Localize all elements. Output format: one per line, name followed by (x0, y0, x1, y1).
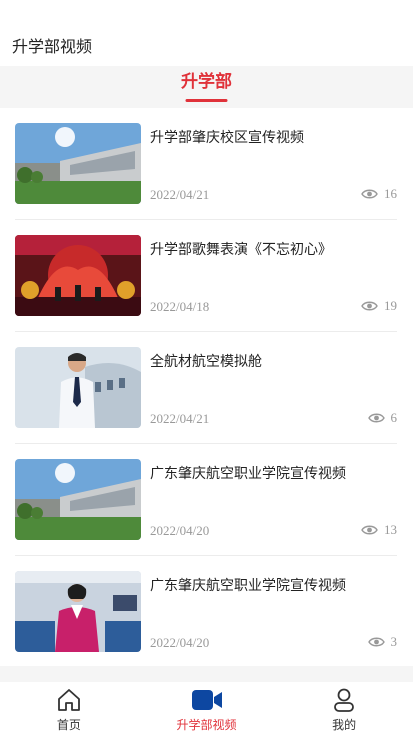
tab-bar: 升学部 (0, 66, 413, 108)
video-item[interactable]: 广东肇庆航空职业学院宣传视频 2022/04/20 13 (15, 444, 397, 556)
nav-item-mine[interactable]: 我的 (275, 682, 413, 739)
eye-icon (361, 301, 378, 311)
view-count-value: 6 (390, 410, 398, 425)
video-title[interactable]: 全航材航空模拟舱 (150, 351, 262, 371)
video-item[interactable]: 升学部歌舞表演《不忘初心》 2022/04/18 19 (15, 220, 397, 332)
eye-icon (361, 525, 378, 535)
video-title[interactable]: 升学部肇庆校区宣传视频 (150, 127, 304, 147)
nav-label-mine: 我的 (332, 718, 357, 732)
eye-icon (361, 189, 378, 199)
eye-icon (367, 637, 385, 647)
view-count: 16 (361, 186, 397, 202)
view-count-value: 13 (384, 522, 397, 537)
tab-active-indicator (185, 99, 228, 102)
video-thumbnail[interactable] (15, 459, 141, 540)
view-count-value: 3 (390, 634, 398, 649)
eye-icon (367, 413, 385, 423)
list-bottom-spacer (0, 666, 413, 682)
nav-item-videos[interactable]: 升学部视频 (138, 682, 276, 739)
view-count: 3 (367, 634, 398, 650)
video-thumbnail[interactable] (15, 571, 141, 652)
video-thumbnail[interactable] (15, 235, 141, 316)
bottom-nav: 首页 升学部视频 我的 (0, 682, 413, 739)
video-date: 2022/04/20 (150, 523, 210, 538)
nav-label-home: 首页 (56, 718, 81, 732)
header: 升学部视频 (0, 0, 413, 66)
video-thumbnail[interactable] (15, 347, 141, 428)
video-date: 2022/04/21 (150, 411, 210, 426)
nav-item-home[interactable]: 首页 (0, 682, 138, 739)
view-count: 19 (361, 298, 397, 314)
video-thumbnail[interactable] (15, 123, 141, 204)
video-item[interactable]: 广东肇庆航空职业学院宣传视频 2022/04/20 3 (15, 556, 397, 668)
tab-shengxuebu[interactable]: 升学部 (181, 70, 232, 102)
video-title[interactable]: 升学部歌舞表演《不忘初心》 (150, 239, 332, 259)
nav-label-videos: 升学部视频 (176, 718, 237, 732)
video-list: 升学部肇庆校区宣传视频 2022/04/21 16 升学部歌舞表演《不忘初心》 … (0, 108, 413, 668)
view-count: 6 (367, 410, 398, 426)
video-date: 2022/04/21 (150, 187, 210, 202)
video-date: 2022/04/20 (150, 635, 210, 650)
video-item[interactable]: 全航材航空模拟舱 2022/04/21 6 (15, 332, 397, 444)
view-count-value: 16 (384, 186, 397, 201)
video-title[interactable]: 广东肇庆航空职业学院宣传视频 (150, 463, 346, 483)
page-title: 升学部视频 (12, 37, 93, 56)
video-item[interactable]: 升学部肇庆校区宣传视频 2022/04/21 16 (15, 108, 397, 220)
view-count-value: 19 (384, 298, 397, 313)
video-camera-icon (191, 690, 222, 710)
user-icon (334, 688, 355, 712)
tab-label: 升学部 (181, 72, 232, 92)
video-date: 2022/04/18 (150, 299, 210, 314)
video-title[interactable]: 广东肇庆航空职业学院宣传视频 (150, 575, 346, 595)
view-count: 13 (361, 522, 397, 538)
home-icon (57, 689, 80, 711)
